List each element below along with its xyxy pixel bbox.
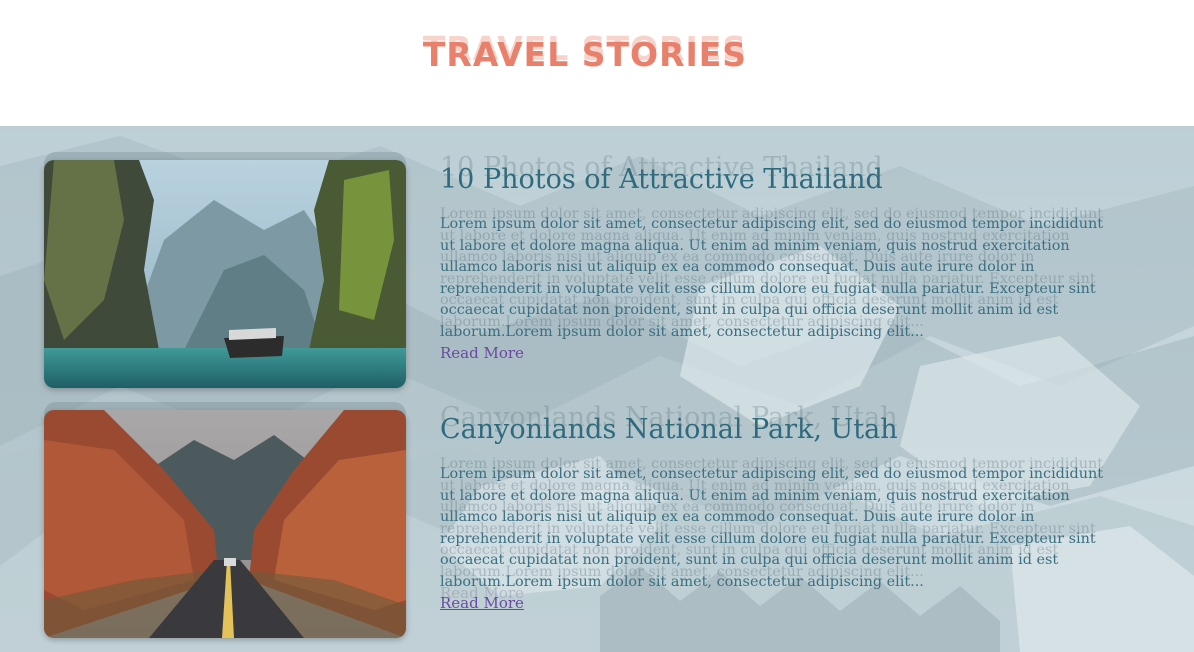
thailand-lagoon-image bbox=[44, 160, 406, 388]
story-excerpt-ghost: Lorem ipsum dolor sit amet, consectetur … bbox=[440, 206, 1104, 330]
story-excerpt: Lorem ipsum dolor sit amet, consectetur … bbox=[440, 206, 1122, 343]
story-excerpt: Lorem ipsum dolor sit amet, consectetur … bbox=[440, 456, 1122, 593]
header: TRAVEL STORIES TRAVEL STORIES bbox=[0, 0, 1194, 126]
read-more-ghost: Read More bbox=[440, 584, 524, 602]
read-more-label: Read More bbox=[440, 344, 524, 362]
read-more-link[interactable]: Read More bbox=[440, 343, 524, 363]
story-heading-ghost: Canyonlands National Park, Utah bbox=[440, 402, 898, 433]
story-heading[interactable]: Canyonlands National Park, Utah Canyonla… bbox=[440, 402, 1130, 450]
story-text: 10 Photos of Attractive Thailand 10 Phot… bbox=[440, 152, 1130, 363]
read-more-link[interactable]: Read More Read More bbox=[440, 584, 524, 613]
canyon-road-image bbox=[44, 410, 406, 638]
story-heading-ghost: 10 Photos of Attractive Thailand bbox=[440, 152, 883, 183]
title-wrap: TRAVEL STORIES TRAVEL STORIES bbox=[0, 32, 1170, 71]
thailand-lagoon-photo[interactable] bbox=[44, 160, 406, 388]
story-text: Canyonlands National Park, Utah Canyonla… bbox=[440, 402, 1130, 613]
site-title: TRAVEL STORIES TRAVEL STORIES bbox=[423, 32, 747, 71]
canyon-road-photo[interactable] bbox=[44, 410, 406, 638]
story-heading[interactable]: 10 Photos of Attractive Thailand 10 Phot… bbox=[440, 152, 1130, 200]
story-excerpt-ghost: Lorem ipsum dolor sit amet, consectetur … bbox=[440, 456, 1104, 580]
site-title-ghost: TRAVEL STORIES bbox=[422, 29, 748, 68]
page: TRAVEL STORIES TRAVEL STORIES 10 Photos … bbox=[0, 0, 1194, 652]
